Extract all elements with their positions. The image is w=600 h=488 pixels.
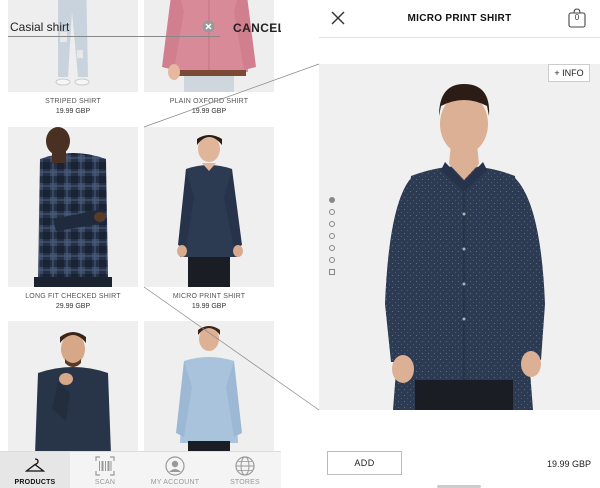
info-button[interactable]: + INFO	[548, 64, 590, 82]
product-price: 19.99 GBP	[546, 459, 591, 469]
tab-label: PRODUCTS	[14, 479, 56, 486]
tab-my-account[interactable]: MY ACCOUNT	[140, 452, 210, 488]
pager-dot[interactable]	[329, 209, 335, 215]
bag-count: 0	[574, 13, 580, 22]
pager-square-indicator[interactable]	[329, 269, 335, 275]
tab-label: MY ACCOUNT	[150, 479, 200, 486]
tab-products[interactable]: PRODUCTS	[0, 452, 70, 488]
search-results-screen: STRIPED SHIRT 19.99 GBP PLAIN OXFORD SHI…	[0, 0, 281, 488]
hanger-icon	[25, 458, 45, 472]
barcode-icon	[95, 456, 115, 476]
image-pager[interactable]	[329, 197, 337, 281]
pager-dot[interactable]	[329, 257, 335, 263]
product-name: STRIPED SHIRT	[45, 98, 101, 105]
search-bar: CANCEL	[8, 14, 281, 40]
product-photo[interactable]	[8, 127, 138, 287]
tab-label: SCAN	[94, 479, 116, 486]
pager-dot[interactable]	[329, 197, 335, 203]
product-name: MICRO PRINT SHIRT	[172, 293, 246, 300]
add-to-bag-button[interactable]: ADD	[327, 451, 402, 475]
globe-icon	[235, 456, 255, 476]
product-price: 19.99 GBP	[55, 108, 91, 115]
product-name: PLAIN OXFORD SHIRT	[169, 98, 249, 105]
product-name: LONG FIT CHECKED SHIRT	[25, 293, 121, 300]
close-icon[interactable]	[331, 11, 345, 25]
clear-search-icon[interactable]	[202, 20, 215, 33]
account-icon	[165, 456, 185, 476]
bottom-tab-bar: PRODUCTS SCAN MY ACCOUNT STORES	[0, 451, 281, 488]
pager-dot[interactable]	[329, 221, 335, 227]
pager-dot[interactable]	[329, 233, 335, 239]
pager-dot[interactable]	[329, 245, 335, 251]
product-price: 19.99 GBP	[191, 303, 227, 310]
product-photo[interactable]	[144, 127, 274, 287]
page-title: MICRO PRINT SHIRT	[407, 13, 512, 24]
search-input[interactable]	[8, 17, 220, 37]
tab-stores[interactable]: STORES	[210, 452, 280, 488]
detail-header: MICRO PRINT SHIRT 0	[319, 0, 600, 38]
product-detail-screen: MICRO PRINT SHIRT 0 + INFO ADD 19.99 GBP	[319, 0, 600, 488]
product-price: 19.99 GBP	[191, 108, 227, 115]
product-hero-image[interactable]	[319, 64, 600, 410]
tab-label: STORES	[230, 479, 260, 486]
tab-scan[interactable]: SCAN	[70, 452, 140, 488]
cancel-button[interactable]: CANCEL	[233, 21, 281, 35]
product-price: 29.99 GBP	[55, 303, 91, 310]
